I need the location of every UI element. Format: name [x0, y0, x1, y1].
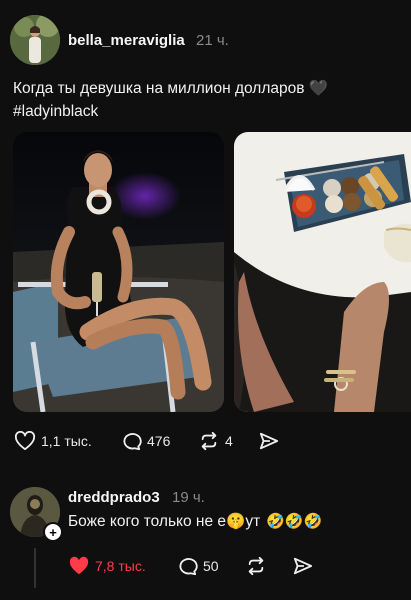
- post-photo-woman[interactable]: [13, 132, 224, 412]
- send-icon: [292, 556, 314, 576]
- follow-plus-icon[interactable]: +: [43, 522, 63, 542]
- post-hashtag[interactable]: #ladyinblack: [13, 101, 98, 123]
- post-comment-count: 476: [147, 433, 171, 449]
- reply-text-row: Боже кого только не е🤫ут 🤣🤣🤣: [68, 511, 322, 533]
- send-icon: [258, 431, 280, 451]
- reply-repost-button[interactable]: [245, 556, 267, 576]
- reply-comment-count: 50: [203, 558, 219, 574]
- post-username[interactable]: bella_meraviglia: [68, 32, 185, 49]
- reply-like-button[interactable]: 7,8 тыс.: [68, 556, 146, 576]
- post-like-button[interactable]: 1,1 тыс.: [14, 431, 92, 451]
- post-caption-line1: Когда ты девушка на миллион долларов 🖤: [13, 80, 329, 97]
- heart-icon: [14, 431, 36, 451]
- heart-icon: [68, 556, 90, 576]
- post-repost-button[interactable]: 4: [198, 431, 233, 451]
- post-photo-food[interactable]: [234, 132, 411, 412]
- reply-like-count: 7,8 тыс.: [95, 558, 146, 574]
- post-repost-count: 4: [225, 433, 233, 449]
- comment-bubble-icon: [120, 431, 142, 451]
- post-timestamp: 21 ч.: [196, 32, 229, 49]
- post-author-avatar[interactable]: [10, 15, 60, 65]
- reply-emojis: 🤣🤣🤣: [266, 513, 323, 530]
- reply-comment-button[interactable]: 50: [176, 556, 219, 576]
- post-like-count: 1,1 тыс.: [41, 433, 92, 449]
- repost-icon: [245, 556, 267, 576]
- reply-username[interactable]: dreddprado3: [68, 489, 160, 506]
- post-comment-button[interactable]: 476: [120, 431, 170, 451]
- thread-line: [34, 548, 36, 588]
- reply-text: Боже кого только не е🤫ут: [68, 513, 261, 530]
- comment-bubble-icon: [176, 556, 198, 576]
- reply-timestamp: 19 ч.: [172, 489, 205, 506]
- post-share-button[interactable]: [258, 431, 280, 451]
- repost-icon: [198, 431, 220, 451]
- reply-share-button[interactable]: [292, 556, 314, 576]
